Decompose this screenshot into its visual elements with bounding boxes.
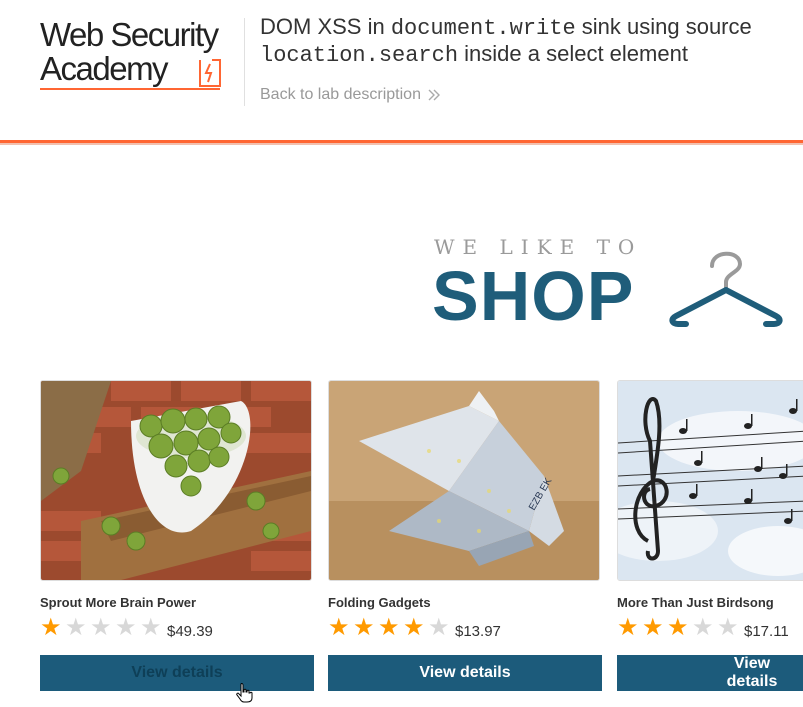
product-card: EZB EK Folding Gadgets ★ ★ ★ ★ ★ $13.97 … [328,380,602,691]
double-chevron-right-icon [428,89,440,101]
product-name: Folding Gadgets [328,595,431,610]
product-name: More Than Just Birdsong [617,595,774,610]
shop-banner: WE LIKE TO SHOP [432,230,792,335]
lab-title-code1: document.write [390,16,576,41]
star-empty-icon: ★ [717,614,739,641]
lab-title: DOM XSS in document.write sink using sou… [260,14,803,68]
lightning-bolt-icon [199,59,221,87]
star-filled-icon: ★ [328,614,350,641]
logo-text: Web Security Academy [40,16,219,86]
star-empty-icon: ★ [65,614,87,641]
star-empty-icon: ★ [90,614,112,641]
star-filled-icon: ★ [403,614,425,641]
lab-title-part1: DOM XSS in [260,14,391,39]
star-empty-icon: ★ [140,614,162,641]
back-to-lab-description-link[interactable]: Back to lab description [260,86,441,104]
view-details-button[interactable]: View details [617,655,803,691]
star-filled-icon: ★ [378,614,400,641]
back-link-label: Back to lab description [260,86,421,103]
logo-underline [40,88,220,90]
view-details-button[interactable]: View details [328,655,602,691]
logo-line2: Academy [40,50,169,87]
product-name: Sprout More Brain Power [40,595,197,610]
star-empty-icon: ★ [115,614,137,641]
music-notes-sky-image[interactable] [617,380,803,581]
product-rating: ★ ★ ★ ★ ★ $13.97 [328,616,501,640]
hand-pointer-cursor-icon [236,683,253,703]
star-filled-icon: ★ [617,614,639,641]
banner-big-text: SHOP [432,257,635,335]
logo-line1: Web Security [40,16,219,53]
star-filled-icon: ★ [642,614,664,641]
star-filled-icon: ★ [667,614,689,641]
web-security-academy-logo[interactable]: Web Security Academy [40,18,245,94]
star-empty-icon: ★ [428,614,450,641]
product-rating: ★ ★ ★ ★ ★ $49.39 [40,616,213,640]
product-price: $17.11 [744,622,789,640]
page-header: Web Security Academy DOM XSS in document… [0,0,803,140]
origami-bird-image[interactable]: EZB EK [328,380,600,581]
star-empty-icon: ★ [692,614,714,641]
star-filled-icon: ★ [353,614,375,641]
view-details-button[interactable]: View details [40,655,314,691]
product-card: More Than Just Birdsong ★ ★ ★ ★ ★ $17.11… [617,380,803,691]
star-filled-icon: ★ [40,614,62,641]
product-card: Sprout More Brain Power ★ ★ ★ ★ ★ $49.39… [40,380,314,691]
brussels-sprouts-image[interactable] [40,380,312,581]
product-rating: ★ ★ ★ ★ ★ $17.11 [617,616,789,640]
product-price: $49.39 [167,622,213,640]
hanger-icon [669,251,783,327]
lab-title-part2: sink using source [575,14,752,39]
lab-title-part3: inside a select element [458,41,688,66]
header-divider [244,18,245,106]
lab-title-code2: location.search [260,43,459,68]
header-accent-shadow [0,143,803,145]
product-price: $13.97 [455,622,501,640]
